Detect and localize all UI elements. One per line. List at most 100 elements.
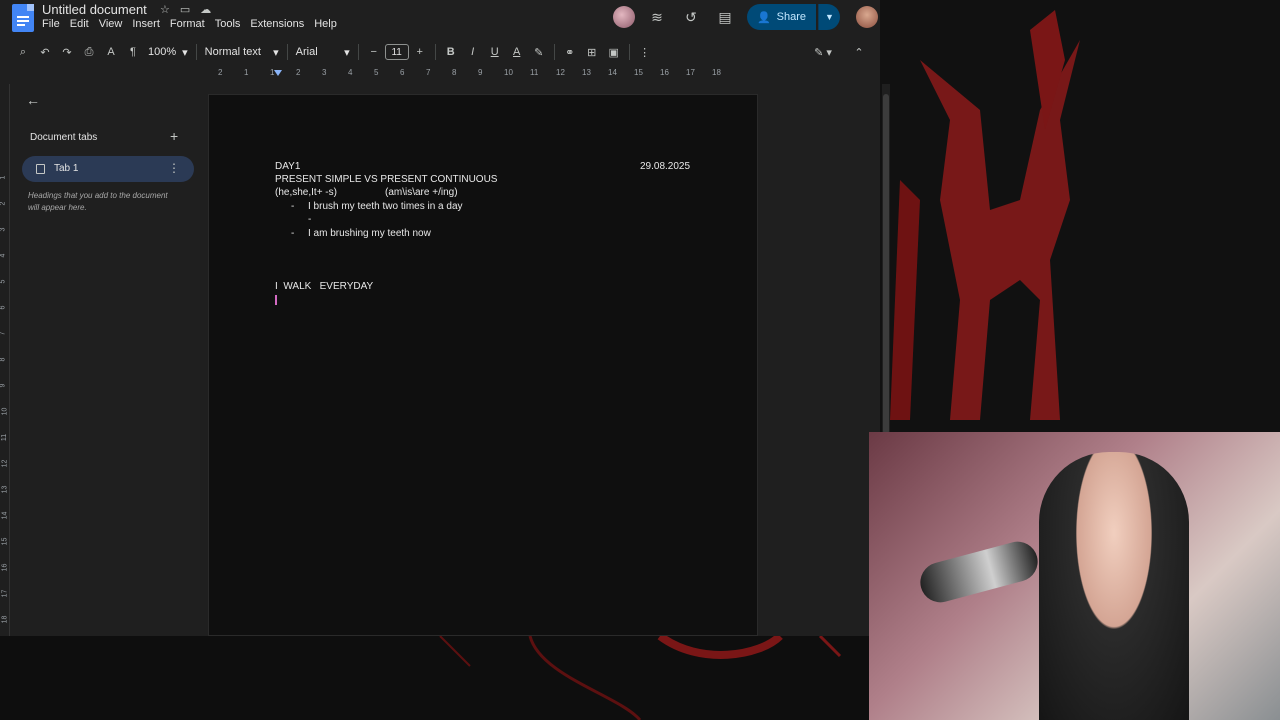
tab-label: Tab 1 — [54, 163, 79, 174]
ruler-tick-label: 9 — [478, 68, 483, 77]
document-tabs-sidebar: ← Document tabs + Tab 1 ⋮ Headings that … — [12, 84, 202, 636]
toolbar-divider — [286, 44, 288, 60]
ruler-tick-label: 13 — [582, 68, 591, 77]
document-page[interactable]: DAY1 29.08.2025 PRESENT SIMPLE VS PRESEN… — [208, 94, 758, 636]
italic-icon[interactable]: I — [462, 41, 484, 63]
toolbar-divider — [195, 44, 197, 60]
toolbar-divider — [434, 44, 436, 60]
increase-font-size-icon[interactable]: + — [409, 41, 431, 63]
docs-window: Untitled document ☆ ▭ ☁ File Edit View I… — [0, 0, 890, 636]
vruler-tick-label: 12 — [1, 459, 9, 468]
more-options-icon[interactable]: ⋮ — [634, 41, 656, 63]
underline-icon[interactable]: U — [484, 41, 506, 63]
add-tab-icon[interactable]: + — [170, 128, 178, 144]
vruler-tick-label: 14 — [1, 511, 9, 520]
empty-bullet-dash: - — [308, 214, 312, 225]
tab-1[interactable]: Tab 1 ⋮ — [22, 156, 194, 182]
bullet-dash: - — [291, 201, 295, 212]
ruler-tick-label: 5 — [374, 68, 379, 77]
link-icon[interactable]: ⚭ — [559, 41, 581, 63]
text-color-icon[interactable]: A — [506, 41, 528, 63]
share-button[interactable]: 👤 Share — [746, 4, 816, 30]
menu-file[interactable]: File — [42, 18, 60, 30]
style-dropdown[interactable]: Normal text ▾ — [201, 46, 283, 59]
menu-bar: File Edit View Insert Format Tools Exten… — [42, 18, 337, 30]
undo-icon[interactable]: ↶ — [34, 41, 56, 63]
decrease-font-size-icon[interactable]: − — [363, 41, 385, 63]
toolbar-divider — [357, 44, 359, 60]
share-dropdown-icon[interactable]: ▼ — [818, 4, 840, 30]
vruler-tick-label: 3 — [0, 227, 7, 232]
font-value: Arial — [295, 46, 318, 58]
user-avatar[interactable] — [856, 6, 878, 28]
doc-line-rule-simple: (he,she,It+ -s) — [275, 187, 337, 198]
paint-format-icon[interactable]: ¶ — [122, 41, 144, 63]
ruler-tick-label: 7 — [426, 68, 431, 77]
font-size-input[interactable]: 11 — [384, 44, 409, 60]
zoom-dropdown[interactable]: 100% ▾ — [144, 46, 192, 59]
menu-insert[interactable]: Insert — [132, 18, 160, 30]
vruler-tick-label: 5 — [0, 279, 7, 284]
style-value: Normal text — [204, 46, 261, 58]
menu-view[interactable]: View — [99, 18, 123, 30]
insert-image-icon[interactable]: ▣ — [603, 41, 625, 63]
version-history-icon[interactable]: ↺ — [679, 5, 703, 29]
doc-date: 29.08.2025 — [640, 161, 691, 172]
star-icon[interactable]: ☆ — [160, 3, 170, 16]
people-icon: 👤 — [756, 11, 771, 24]
collapse-menus-icon[interactable]: ⌃ — [848, 41, 870, 63]
vruler-tick-label: 6 — [0, 305, 7, 310]
wallpaper-art — [890, 10, 1080, 420]
vruler-tick-label: 2 — [0, 201, 7, 206]
vruler-tick-label: 18 — [1, 615, 9, 624]
screen: Untitled document ☆ ▭ ☁ File Edit View I… — [0, 0, 1280, 720]
spellcheck-icon[interactable]: A — [100, 41, 122, 63]
present-chat-icon[interactable]: ≋ — [645, 5, 669, 29]
back-arrow-icon[interactable]: ← — [26, 92, 40, 108]
ruler-tick-label: 10 — [504, 68, 513, 77]
ruler-tick-label: 2 — [218, 68, 223, 77]
comments-icon[interactable]: ▤ — [713, 5, 737, 29]
bullet-dash: - — [291, 228, 295, 239]
scrollbar-thumb[interactable] — [883, 94, 889, 434]
ruler-tick-label: 17 — [686, 68, 695, 77]
menu-edit[interactable]: Edit — [70, 18, 89, 30]
title-bar: Untitled document ☆ ▭ ☁ File Edit View I… — [0, 0, 880, 36]
streamer — [1039, 452, 1189, 720]
menu-format[interactable]: Format — [170, 18, 205, 30]
vruler-tick-label: 11 — [1, 433, 9, 442]
move-folder-icon[interactable]: ▭ — [180, 3, 190, 16]
indent-marker[interactable] — [274, 70, 282, 76]
ruler-tick-label: 1 — [270, 68, 275, 77]
menu-extensions[interactable]: Extensions — [250, 18, 304, 30]
highlight-icon[interactable]: ✎ — [528, 41, 550, 63]
microphone — [915, 537, 1043, 607]
ruler-tick-label: 3 — [322, 68, 327, 77]
document-tab-icon — [36, 164, 45, 174]
ruler-tick-label: 12 — [556, 68, 565, 77]
ruler-tick-label: 14 — [608, 68, 617, 77]
document-title[interactable]: Untitled document — [42, 2, 147, 17]
vruler-tick-label: 7 — [0, 331, 7, 336]
bold-icon[interactable]: B — [440, 41, 462, 63]
vertical-ruler: 1 2 3 4 5 6 7 8 9 10 11 12 13 14 15 16 17 18 — [0, 84, 10, 636]
doc-line-rule-continuous: (am\is\are +/ing) — [385, 187, 458, 198]
vruler-tick-label: 8 — [0, 357, 7, 362]
search-icon[interactable]: ⌕ — [12, 41, 34, 63]
menu-help[interactable]: Help — [314, 18, 337, 30]
cloud-status-icon[interactable]: ☁ — [200, 3, 211, 16]
print-icon[interactable]: ⎙ — [78, 41, 100, 63]
ruler-tick-label: 1 — [244, 68, 249, 77]
font-dropdown[interactable]: Arial ▾ — [292, 46, 354, 59]
menu-tools[interactable]: Tools — [215, 18, 241, 30]
ruler-tick-label: 11 — [530, 68, 539, 77]
chevron-down-icon: ▾ — [273, 46, 279, 59]
redo-icon[interactable]: ↷ — [56, 41, 78, 63]
collaborator-avatar[interactable] — [612, 6, 635, 28]
docs-logo-icon[interactable] — [12, 4, 34, 32]
tab-more-options-icon[interactable]: ⋮ — [168, 161, 180, 175]
editing-mode-icon[interactable]: ✎ ▾ — [812, 41, 834, 63]
webcam-overlay — [869, 432, 1280, 720]
add-comment-icon[interactable]: ⊞ — [581, 41, 603, 63]
ruler-tick-label: 2 — [296, 68, 301, 77]
